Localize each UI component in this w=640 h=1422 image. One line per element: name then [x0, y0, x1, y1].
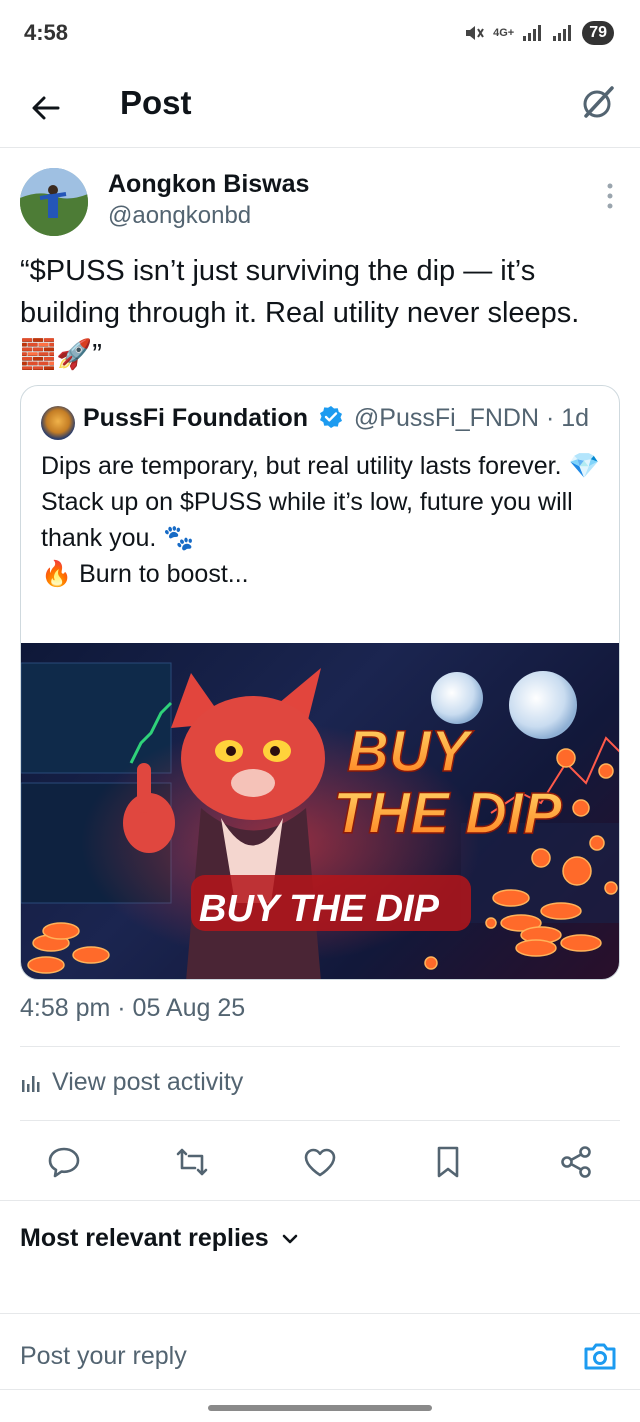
view-post-activity[interactable]: View post activity	[20, 1068, 243, 1097]
author-name[interactable]: Aongkon Biswas	[108, 170, 309, 199]
camera-icon[interactable]	[582, 1338, 618, 1374]
replies-sort-dropdown[interactable]: Most relevant replies	[20, 1224, 299, 1253]
image-headline-line2: THE DIP	[333, 781, 562, 846]
quoted-post-age: · 1d	[545, 404, 590, 432]
share-icon[interactable]	[558, 1144, 594, 1180]
divider	[20, 1120, 620, 1121]
quoted-line: Stack up on $PUSS while it’s low, future…	[41, 488, 573, 552]
quoted-header: PussFi Foundation @PussFi_FNDN · 1d	[83, 404, 589, 433]
signal-icon-2	[553, 25, 572, 41]
divider	[20, 1046, 620, 1047]
replies-sort-label: Most relevant replies	[20, 1224, 269, 1252]
reply-input[interactable]: Post your reply	[20, 1342, 187, 1371]
bar-chart-icon	[22, 1075, 40, 1092]
reply-composer: Post your reply	[0, 1314, 640, 1390]
status-icons: 4G+ 79	[463, 21, 614, 45]
image-banner-text: BUY THE DIP	[199, 888, 440, 930]
quoted-avatar[interactable]	[41, 406, 75, 440]
repost-icon[interactable]	[174, 1144, 210, 1180]
grok-icon[interactable]	[578, 82, 618, 122]
battery-level: 79	[582, 21, 614, 45]
post-author: Aongkon Biswas @aongkonbd	[20, 166, 620, 238]
arrow-left-icon[interactable]	[26, 88, 66, 128]
heart-icon[interactable]	[302, 1144, 338, 1180]
quoted-text: Dips are temporary, but real utility las…	[41, 448, 611, 592]
quoted-post[interactable]: PussFi Foundation @PussFi_FNDN · 1d Dips…	[20, 385, 620, 980]
quoted-media-image[interactable]: BUY THE DIP BUY THE DIP	[21, 643, 619, 979]
author-handle[interactable]: @aongkonbd	[108, 202, 251, 230]
page-title: Post	[120, 84, 192, 121]
quoted-line: 🔥 Burn to boost...	[41, 560, 249, 588]
top-app-bar: Post	[0, 66, 640, 148]
post-timestamp: 4:58 pm · 05 Aug 25	[20, 994, 246, 1022]
chevron-down-icon	[282, 1234, 298, 1243]
divider	[0, 1389, 640, 1390]
quoted-author-handle[interactable]: @PussFi_FNDN	[354, 404, 539, 432]
buy-the-dip-illustration: BUY THE DIP BUY THE DIP	[21, 662, 619, 979]
more-vertical-icon[interactable]	[604, 182, 616, 210]
status-bar: 4:58 4G+ 79	[0, 0, 640, 66]
quoted-line: Dips are temporary, but real utility las…	[41, 452, 600, 480]
verified-badge-icon	[319, 406, 342, 428]
network-label: 4G+	[493, 27, 515, 39]
view-post-activity-label: View post activity	[52, 1068, 244, 1096]
status-time: 4:58	[24, 20, 69, 45]
post-actions	[0, 1130, 640, 1194]
divider	[0, 1200, 640, 1201]
reply-icon[interactable]	[46, 1144, 82, 1180]
bookmark-icon[interactable]	[430, 1144, 466, 1180]
avatar[interactable]	[20, 168, 88, 236]
quoted-author-name[interactable]: PussFi Foundation	[83, 404, 308, 432]
post-text: “$PUSS isn’t just surviving the dip — it…	[20, 255, 580, 371]
signal-icon	[523, 25, 542, 41]
gesture-nav-handle[interactable]	[208, 1405, 432, 1411]
avatar-image	[20, 168, 88, 236]
mute-icon	[466, 26, 484, 40]
image-headline-line1: BUY	[347, 719, 475, 784]
